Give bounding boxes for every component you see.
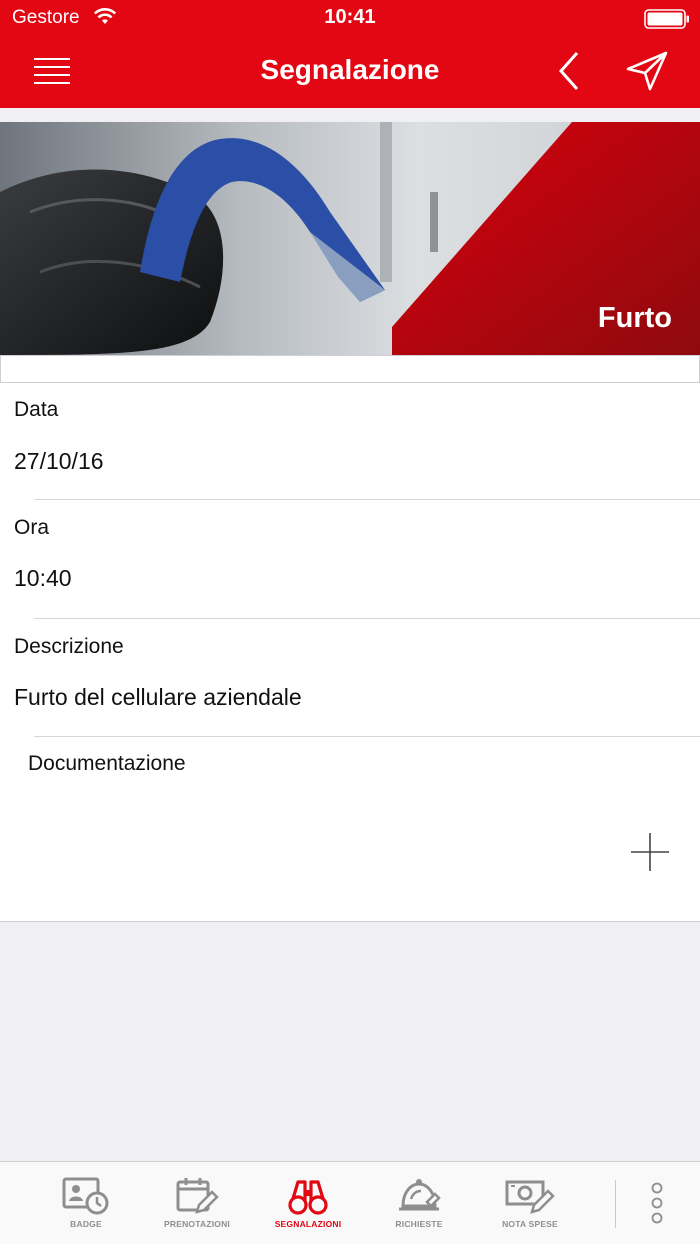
navigation-bar: Segnalazione — [0, 36, 700, 108]
app-header: Gestore 10:41 Segnalazione — [0, 0, 700, 108]
description-value[interactable]: Furto del cellulare aziendale — [14, 684, 302, 711]
tab-separator — [615, 1180, 616, 1228]
hero-caption-strip — [0, 355, 700, 383]
tab-prenotazioni[interactable]: PRENOTAZIONI — [141, 1162, 253, 1244]
divider — [34, 618, 700, 619]
time-label: Ora — [14, 516, 50, 539]
status-bar: Gestore 10:41 — [0, 0, 700, 36]
more-options-icon[interactable] — [640, 1180, 674, 1230]
date-label: Data — [14, 398, 59, 421]
bottom-tab-bar: BADGE PRENOTAZIONI SEGNALAZIONI RICHIEST… — [0, 1161, 700, 1244]
date-value[interactable]: 27/10/16 — [14, 448, 104, 475]
tab-segnalazioni[interactable]: SEGNALAZIONI — [252, 1162, 364, 1244]
badge-clock-icon — [62, 1177, 109, 1215]
tab-nota-spese-label: NOTA SPESE — [502, 1219, 558, 1229]
binoculars-icon — [288, 1180, 328, 1215]
back-chevron-icon[interactable] — [555, 50, 585, 92]
tab-segnalazioni-label: SEGNALAZIONI — [274, 1219, 342, 1229]
service-bell-icon — [399, 1179, 441, 1211]
add-attachment-plus-icon[interactable] — [628, 830, 672, 874]
page-title: Segnalazione — [260, 54, 440, 85]
tab-nota-spese[interactable]: NOTA SPESE — [474, 1162, 586, 1244]
calendar-edit-icon — [176, 1178, 219, 1214]
tab-richieste-label: RICHIESTE — [395, 1219, 443, 1229]
crowbar-photo — [0, 122, 700, 355]
tab-badge-label: BADGE — [70, 1219, 102, 1229]
money-edit-icon — [505, 1180, 555, 1214]
hamburger-menu-icon[interactable] — [32, 56, 72, 86]
documentation-label: Documentazione — [28, 752, 186, 775]
description-label: Descrizione — [14, 635, 124, 658]
tab-richieste[interactable]: RICHIESTE — [363, 1162, 475, 1244]
divider — [34, 736, 700, 737]
divider — [34, 499, 700, 500]
tab-badge[interactable]: BADGE — [30, 1162, 142, 1244]
report-form: Data 27/10/16 Ora 10:40 Descrizione Furt… — [0, 383, 700, 922]
tab-prenotazioni-label: PRENOTAZIONI — [164, 1219, 230, 1229]
status-time: 10:41 — [324, 6, 376, 28]
category-title: Furto — [597, 302, 672, 334]
send-paper-plane-icon[interactable] — [624, 49, 670, 93]
battery-icon — [644, 9, 689, 29]
time-value[interactable]: 10:40 — [14, 565, 72, 592]
category-hero-image: Furto — [0, 122, 700, 355]
